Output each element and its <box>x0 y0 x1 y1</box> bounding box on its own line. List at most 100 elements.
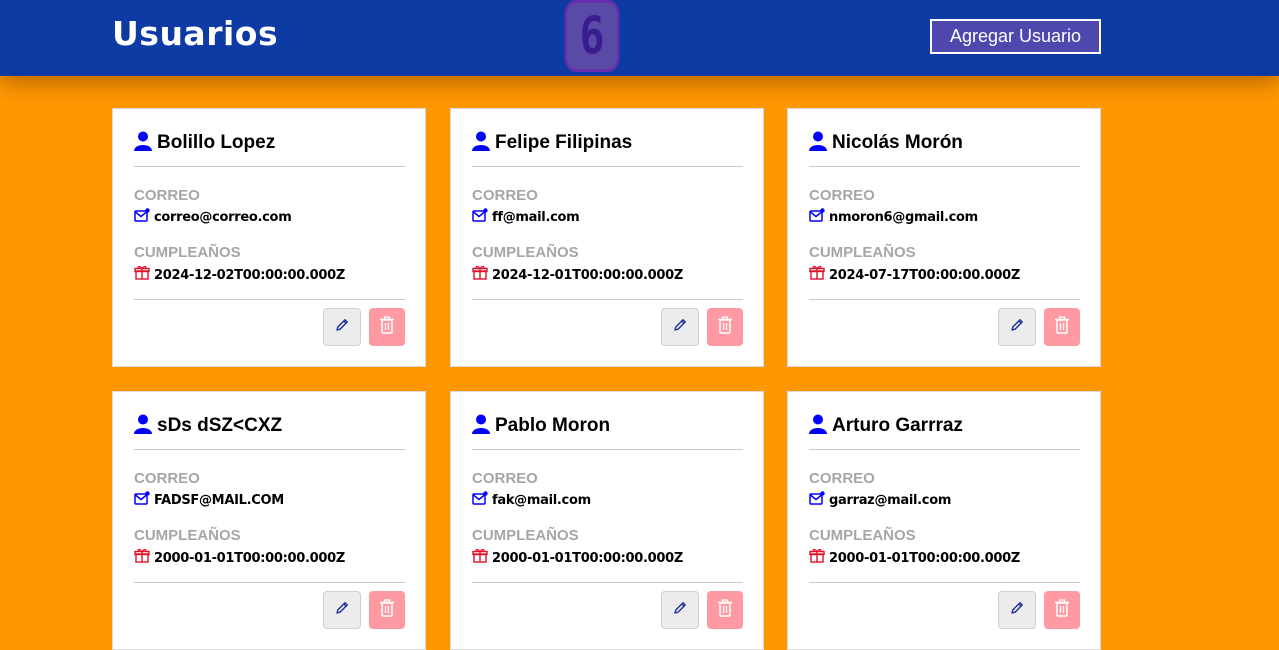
email-value: correo@correo.com <box>154 210 292 225</box>
add-user-button[interactable]: Agregar Usuario <box>930 19 1101 54</box>
user-card: Felipe Filipinas CORREO ff@mail.com CUMP… <box>450 108 764 367</box>
email-value: ff@mail.com <box>492 210 580 225</box>
user-icon <box>134 414 152 439</box>
edit-button[interactable] <box>661 591 699 629</box>
delete-button[interactable] <box>707 308 743 346</box>
birthday-row: 2000-01-01T00:00:00.000Z <box>809 548 1020 568</box>
edit-button[interactable] <box>998 308 1036 346</box>
gift-icon <box>134 265 150 285</box>
divider <box>134 582 405 583</box>
delete-button[interactable] <box>369 591 405 629</box>
trash-icon <box>1054 315 1070 339</box>
user-count-badge: 6 <box>564 0 620 72</box>
user-name: Nicolás Morón <box>832 132 963 153</box>
email-label: CORREO <box>472 470 538 487</box>
pencil-icon <box>1009 317 1025 338</box>
birthday-value: 2000-01-01T00:00:00.000Z <box>492 550 683 566</box>
divider <box>134 166 405 167</box>
user-icon <box>809 131 827 156</box>
edit-button[interactable] <box>323 308 361 346</box>
divider <box>134 299 405 300</box>
birthday-row: 2000-01-01T00:00:00.000Z <box>472 548 683 568</box>
email-value: nmoron6@gmail.com <box>829 210 978 225</box>
gift-icon <box>472 265 488 285</box>
mail-icon <box>134 491 150 510</box>
pencil-icon <box>672 600 688 621</box>
user-name: Bolillo Lopez <box>157 132 276 153</box>
trash-icon <box>717 598 733 622</box>
edit-button[interactable] <box>661 308 699 346</box>
page-title: Usuarios <box>112 14 279 53</box>
user-card: sDs dSZ<CXZ CORREO FADSF@MAIL.COM CUMPLE… <box>112 391 426 650</box>
birthday-value: 2000-01-01T00:00:00.000Z <box>829 550 1020 566</box>
edit-button[interactable] <box>998 591 1036 629</box>
birthday-label: CUMPLEAÑOS <box>472 244 579 261</box>
top-header: Usuarios 6 Agregar Usuario <box>0 0 1279 76</box>
gift-icon <box>134 548 150 568</box>
divider <box>472 299 743 300</box>
birthday-label: CUMPLEAÑOS <box>472 527 579 544</box>
birthday-label: CUMPLEAÑOS <box>134 527 241 544</box>
email-value: garraz@mail.com <box>829 493 952 508</box>
pencil-icon <box>672 317 688 338</box>
email-value: FADSF@MAIL.COM <box>154 493 284 508</box>
pencil-icon <box>334 317 350 338</box>
birthday-value: 2024-07-17T00:00:00.000Z <box>829 267 1020 283</box>
user-card: Bolillo Lopez CORREO correo@correo.com C… <box>112 108 426 367</box>
birthday-value: 2000-01-01T00:00:00.000Z <box>154 550 345 566</box>
mail-icon <box>809 208 825 227</box>
email-label: CORREO <box>472 187 538 204</box>
birthday-row: 2024-07-17T00:00:00.000Z <box>809 265 1020 285</box>
birthday-label: CUMPLEAÑOS <box>809 244 916 261</box>
mail-icon <box>472 491 488 510</box>
email-row: correo@correo.com <box>134 208 292 227</box>
user-name: Pablo Moron <box>495 415 611 436</box>
delete-button[interactable] <box>369 308 405 346</box>
divider <box>809 582 1080 583</box>
birthday-label: CUMPLEAÑOS <box>134 244 241 261</box>
birthday-value: 2024-12-01T00:00:00.000Z <box>492 267 683 283</box>
mail-icon <box>472 208 488 227</box>
divider <box>809 166 1080 167</box>
user-card: Pablo Moron CORREO fak@mail.com CUMPLEAÑ… <box>450 391 764 650</box>
user-card: Nicolás Morón CORREO nmoron6@gmail.com C… <box>787 108 1101 367</box>
pencil-icon <box>1009 600 1025 621</box>
user-icon <box>134 131 152 156</box>
birthday-value: 2024-12-02T00:00:00.000Z <box>154 267 345 283</box>
birthday-row: 2024-12-01T00:00:00.000Z <box>472 265 683 285</box>
divider <box>809 449 1080 450</box>
email-label: CORREO <box>809 470 875 487</box>
edit-button[interactable] <box>323 591 361 629</box>
delete-button[interactable] <box>707 591 743 629</box>
birthday-row: 2024-12-02T00:00:00.000Z <box>134 265 345 285</box>
email-row: nmoron6@gmail.com <box>809 208 978 227</box>
mail-icon <box>134 208 150 227</box>
user-name-row: sDs dSZ<CXZ <box>134 412 282 440</box>
gift-icon <box>809 548 825 568</box>
divider <box>472 582 743 583</box>
user-name-row: Bolillo Lopez <box>134 129 275 157</box>
user-icon <box>472 131 490 156</box>
pencil-icon <box>334 600 350 621</box>
divider <box>472 166 743 167</box>
email-row: fak@mail.com <box>472 491 591 510</box>
email-value: fak@mail.com <box>492 493 591 508</box>
user-icon <box>472 414 490 439</box>
birthday-row: 2000-01-01T00:00:00.000Z <box>134 548 345 568</box>
email-row: garraz@mail.com <box>809 491 951 510</box>
email-label: CORREO <box>134 470 200 487</box>
trash-icon <box>379 598 395 622</box>
birthday-label: CUMPLEAÑOS <box>809 527 916 544</box>
divider <box>809 299 1080 300</box>
user-name-row: Felipe Filipinas <box>472 129 632 157</box>
user-icon <box>809 414 827 439</box>
delete-button[interactable] <box>1044 308 1080 346</box>
email-label: CORREO <box>809 187 875 204</box>
email-row: ff@mail.com <box>472 208 580 227</box>
gift-icon <box>472 548 488 568</box>
delete-button[interactable] <box>1044 591 1080 629</box>
divider <box>134 449 405 450</box>
user-name: Felipe Filipinas <box>495 132 633 153</box>
trash-icon <box>717 315 733 339</box>
user-name-row: Pablo Moron <box>472 412 610 440</box>
